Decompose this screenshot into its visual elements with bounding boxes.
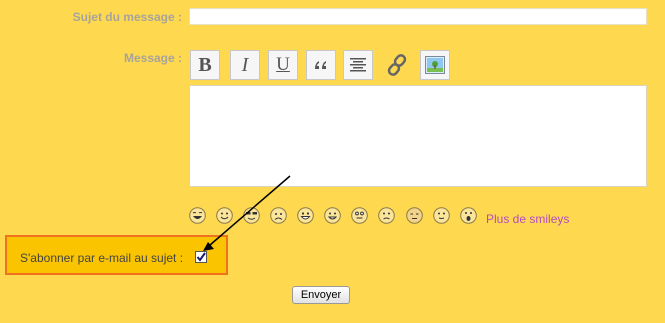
italic-button[interactable]: I: [230, 50, 260, 80]
more-smileys-link[interactable]: Plus de smileys: [486, 212, 569, 226]
smile-smiley-icon[interactable]: [216, 207, 233, 224]
link-button[interactable]: [382, 50, 412, 80]
message-label: Message :: [123, 51, 182, 65]
laughing-smiley-icon[interactable]: [189, 207, 206, 224]
bold-icon: B: [198, 53, 212, 76]
shy-smiley-icon[interactable]: [406, 207, 423, 224]
image-button[interactable]: [420, 50, 450, 80]
underline-icon: U: [276, 54, 290, 75]
frown-smiley-icon[interactable]: [378, 207, 395, 224]
quote-button[interactable]: [306, 50, 336, 80]
link-icon: [387, 54, 407, 76]
grin-smiley-icon[interactable]: [324, 207, 341, 224]
bold-button[interactable]: B: [190, 50, 220, 80]
subject-label: Sujet du message :: [72, 10, 182, 24]
subject-input[interactable]: [189, 8, 647, 25]
cool-smiley-icon[interactable]: [243, 207, 260, 224]
surprised-smiley-icon[interactable]: [351, 207, 368, 224]
subscribe-highlight-box: S'abonner par e-mail au sujet :: [5, 235, 228, 275]
shocked-smiley-icon[interactable]: [460, 207, 477, 224]
happy-smiley-icon[interactable]: [297, 207, 314, 224]
checkmark-icon: [196, 252, 206, 262]
neutral-smiley-icon[interactable]: [433, 207, 450, 224]
align-center-icon: [350, 58, 366, 72]
quote-icon: [315, 61, 326, 69]
italic-icon: I: [241, 53, 249, 76]
message-textarea[interactable]: [189, 85, 647, 187]
subscribe-label: S'abonner par e-mail au sujet :: [20, 251, 184, 265]
sad-smiley-icon[interactable]: [270, 207, 287, 224]
align-center-button[interactable]: [343, 50, 373, 80]
send-button[interactable]: Envoyer: [292, 286, 350, 304]
image-icon: [425, 56, 445, 74]
subscribe-checkbox[interactable]: [195, 251, 207, 263]
underline-button[interactable]: U: [268, 50, 298, 80]
